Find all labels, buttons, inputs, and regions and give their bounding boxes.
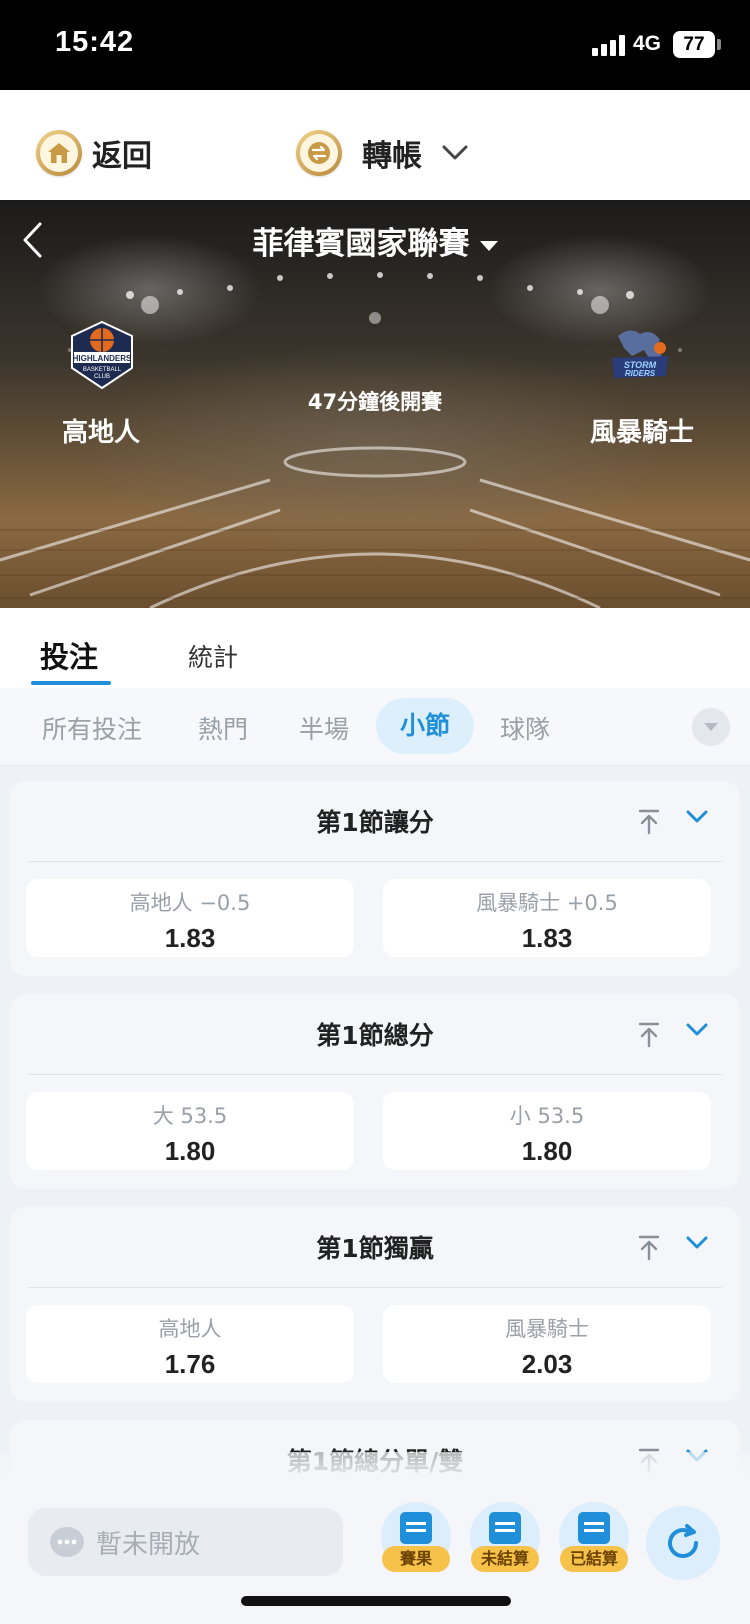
market-card: 第1節獨贏 高地人 1.76 風暴騎士 2.03: [10, 1207, 740, 1402]
battery-icon: 77: [673, 31, 715, 58]
document-icon: [400, 1512, 432, 1544]
network-label: 4G: [633, 32, 662, 55]
transfer-label: 轉帳: [362, 139, 422, 174]
unsettled-button[interactable]: 未結算: [470, 1502, 540, 1572]
chevron-down-icon[interactable]: [686, 809, 708, 825]
subtab-quarter[interactable]: 小節: [376, 698, 475, 754]
tab-bets[interactable]: 投注: [40, 634, 98, 676]
home-logo-text-2: BASKETBALL: [83, 367, 122, 373]
top-nav: 返回 轉帳: [0, 90, 750, 200]
market-category-tabs: 所有投注 熱門 半場 小節 球隊: [0, 688, 750, 766]
market-title: 第1節總分: [316, 1021, 434, 1050]
triangle-down-icon: [704, 723, 718, 731]
tab-stats[interactable]: 統計: [188, 638, 238, 674]
chat-placeholder: 暫未開放: [96, 1529, 201, 1560]
away-team-logo: STORM RIDERS: [612, 330, 668, 378]
match-banner: 菲律賓國家聯賽 HIGHLANDERS BASKETBALL CLUB STOR…: [0, 200, 750, 608]
odds-button[interactable]: 風暴騎士 2.03: [383, 1305, 711, 1383]
odds-label: 高地人 −0.5: [129, 891, 251, 915]
active-tab-indicator: [31, 681, 111, 685]
subtab-half[interactable]: 半場: [299, 710, 349, 746]
signal-icon: [592, 34, 628, 56]
back-home-button[interactable]: 返回: [36, 130, 152, 176]
subtab-popular[interactable]: 熱門: [198, 710, 248, 746]
chevron-down-icon[interactable]: [686, 1022, 708, 1038]
odds-label: 風暴騎士: [505, 1317, 589, 1341]
transfer-button[interactable]: 轉帳: [296, 130, 468, 176]
odds-value: 1.83: [521, 923, 573, 953]
home-team-name: 高地人: [62, 418, 141, 448]
pin-top-icon[interactable]: [638, 1022, 660, 1048]
odds-button[interactable]: 風暴騎士 +0.5 1.83: [383, 879, 711, 957]
odds-label: 高地人: [158, 1317, 222, 1341]
main-tabs: 投注 統計: [0, 608, 750, 688]
odds-value: 1.83: [164, 923, 216, 953]
odds-label: 大 53.5: [152, 1104, 228, 1128]
odds-value: 1.76: [164, 1349, 216, 1379]
odds-button[interactable]: 高地人 1.76: [26, 1305, 354, 1383]
subtab-team[interactable]: 球隊: [500, 710, 550, 746]
calendar-icon: [578, 1512, 610, 1544]
subtab-all-bets[interactable]: 所有投注: [42, 710, 142, 746]
back-label: 返回: [92, 139, 152, 174]
home-logo-text-3: CLUB: [94, 374, 110, 380]
league-name: 菲律賓國家聯賽: [252, 226, 470, 262]
battery-nub: [717, 39, 721, 50]
market-card: 第1節總分 大 53.5 1.80 小 53.5 1.80: [10, 994, 740, 1189]
home-indicator: [241, 1596, 511, 1606]
results-label: 賽果: [382, 1546, 450, 1572]
caret-down-icon: [479, 240, 498, 251]
market-title: 第1節讓分: [316, 808, 434, 837]
unsettled-label: 未結算: [471, 1546, 539, 1572]
divider: [28, 1287, 722, 1288]
odds-value: 1.80: [164, 1136, 216, 1166]
odds-label: 風暴騎士 +0.5: [476, 891, 618, 915]
settled-button[interactable]: 已結算: [559, 1502, 629, 1572]
results-button[interactable]: 賽果: [381, 1502, 451, 1572]
refresh-button[interactable]: [646, 1506, 720, 1580]
market-title: 第1節獨贏: [316, 1234, 434, 1263]
odds-button[interactable]: 小 53.5 1.80: [383, 1092, 711, 1170]
away-logo-text-2: RIDERS: [625, 369, 656, 378]
league-selector[interactable]: 菲律賓國家聯賽: [0, 218, 750, 263]
home-team-logo: HIGHLANDERS BASKETBALL CLUB: [71, 320, 133, 390]
status-bar: 15:42 4G 77: [0, 0, 750, 90]
pin-top-icon[interactable]: [638, 1235, 660, 1261]
home-icon: [36, 130, 82, 176]
away-team-name: 風暴騎士: [590, 418, 695, 448]
more-categories-button[interactable]: [692, 708, 730, 746]
pin-top-icon[interactable]: [638, 809, 660, 835]
divider: [28, 1074, 722, 1075]
transfer-icon: [296, 130, 342, 176]
market-card: 第1節讓分 高地人 −0.5 1.83 風暴騎士 +0.5 1.83: [10, 781, 740, 976]
settled-label: 已結算: [560, 1546, 628, 1572]
calendar-icon: [489, 1512, 521, 1544]
chevron-down-icon: [442, 145, 468, 160]
refresh-icon: [668, 1524, 698, 1559]
chat-bubble-icon: [50, 1527, 84, 1557]
odds-value: 2.03: [521, 1349, 573, 1379]
chevron-down-icon[interactable]: [686, 1235, 708, 1251]
odds-button[interactable]: 高地人 −0.5 1.83: [26, 879, 354, 957]
chat-input[interactable]: 暫未開放: [28, 1508, 343, 1576]
odds-button[interactable]: 大 53.5 1.80: [26, 1092, 354, 1170]
status-time: 15:42: [55, 26, 135, 58]
home-logo-text-1: HIGHLANDERS: [73, 354, 132, 363]
odds-value: 1.80: [521, 1136, 573, 1166]
odds-label: 小 53.5: [509, 1104, 585, 1128]
divider: [28, 861, 722, 862]
